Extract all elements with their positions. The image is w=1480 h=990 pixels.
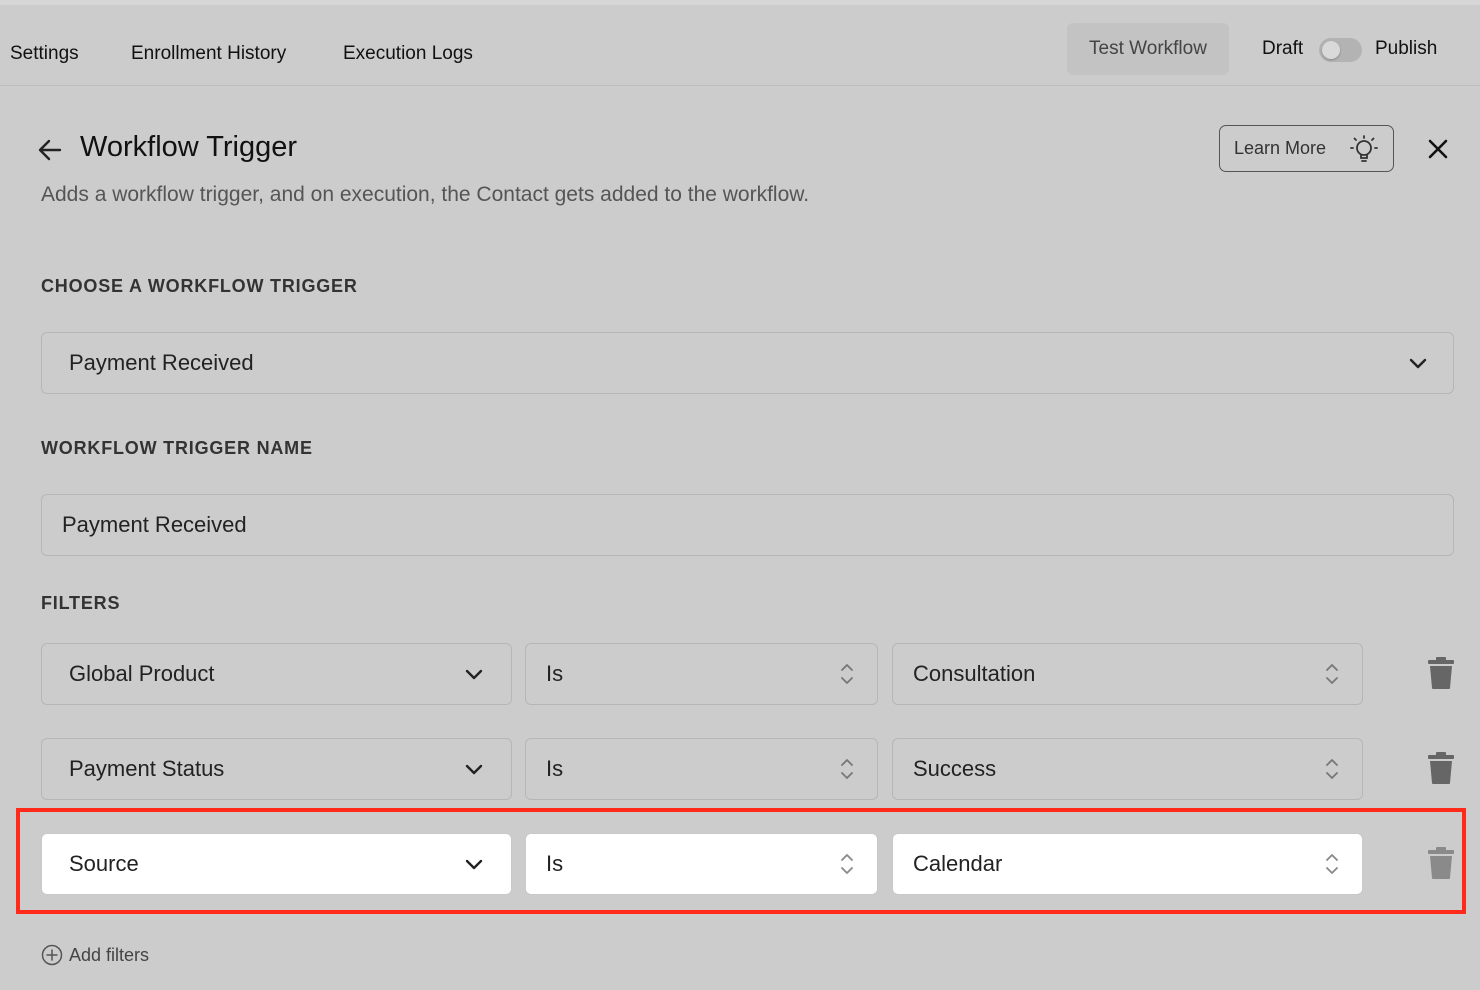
panel-subtitle: Adds a workflow trigger, and on executio…	[41, 183, 810, 206]
sort-updown-icon	[841, 854, 853, 874]
trigger-select-value: Payment Received	[69, 350, 254, 375]
filter-field-select[interactable]: Global Product	[41, 643, 512, 705]
filter-operator-value: Is	[546, 661, 564, 686]
filter-field-value: Global Product	[69, 661, 215, 686]
choose-trigger-label: CHOOSE A WORKFLOW TRIGGER	[41, 276, 358, 296]
lightbulb-icon	[1350, 135, 1378, 162]
close-icon[interactable]	[1425, 136, 1451, 162]
filter-operator-value: Is	[546, 851, 564, 876]
trash-icon[interactable]	[1427, 846, 1455, 880]
trigger-name-input[interactable]: Payment Received	[41, 494, 1454, 556]
panel-title: Workflow Trigger	[80, 131, 298, 163]
plus-circle-icon	[41, 944, 63, 966]
chevron-down-icon	[465, 669, 483, 680]
trash-icon[interactable]	[1427, 656, 1455, 690]
draft-label: Draft	[1262, 38, 1304, 59]
sort-updown-icon	[841, 759, 853, 779]
test-workflow-button[interactable]: Test Workflow	[1067, 23, 1229, 75]
chevron-down-icon	[465, 764, 483, 775]
chevron-down-icon	[1409, 358, 1427, 369]
trigger-name-label: WORKFLOW TRIGGER NAME	[41, 438, 313, 458]
publish-toggle[interactable]	[1319, 38, 1362, 62]
filter-field-select[interactable]: Source	[41, 833, 512, 895]
chevron-down-icon	[465, 859, 483, 870]
filter-value-value: Success	[913, 756, 997, 781]
filter-field-select[interactable]: Payment Status	[41, 738, 512, 800]
filters-label: FILTERS	[41, 593, 121, 613]
filter-value-value: Consultation	[913, 661, 1036, 686]
filter-field-value: Source	[69, 851, 139, 876]
sort-updown-icon	[1326, 759, 1338, 779]
arrow-left-icon[interactable]	[35, 135, 65, 165]
top-bar: Settings Enrollment History Execution Lo…	[0, 0, 1480, 86]
trigger-select[interactable]: Payment Received	[41, 332, 1454, 394]
trigger-name-value: Payment Received	[62, 512, 247, 537]
filter-operator-select[interactable]: Is	[525, 738, 878, 800]
filter-operator-select[interactable]: Is	[525, 833, 878, 895]
learn-more-button[interactable]: Learn More	[1219, 125, 1394, 172]
filter-value-value: Calendar	[913, 851, 1003, 876]
learn-more-label: Learn More	[1234, 138, 1327, 158]
filter-value-select[interactable]: Consultation	[892, 643, 1363, 705]
filter-value-select[interactable]: Calendar	[892, 833, 1363, 895]
sort-updown-icon	[1326, 664, 1338, 684]
tab-enrollment-history[interactable]: Enrollment History	[131, 43, 286, 65]
tab-settings[interactable]: Settings	[10, 43, 79, 65]
trash-icon[interactable]	[1427, 751, 1455, 785]
filter-operator-value: Is	[546, 756, 564, 781]
add-filters-label: Add filters	[69, 944, 150, 965]
sort-updown-icon	[841, 664, 853, 684]
sort-updown-icon	[1326, 854, 1338, 874]
filter-operator-select[interactable]: Is	[525, 643, 878, 705]
add-filters-button[interactable]: Add filters	[41, 944, 149, 966]
tab-execution-logs[interactable]: Execution Logs	[343, 43, 473, 65]
toggle-knob	[1322, 41, 1340, 59]
filter-field-value: Payment Status	[69, 756, 225, 781]
publish-label: Publish	[1375, 38, 1438, 59]
filter-value-select[interactable]: Success	[892, 738, 1363, 800]
